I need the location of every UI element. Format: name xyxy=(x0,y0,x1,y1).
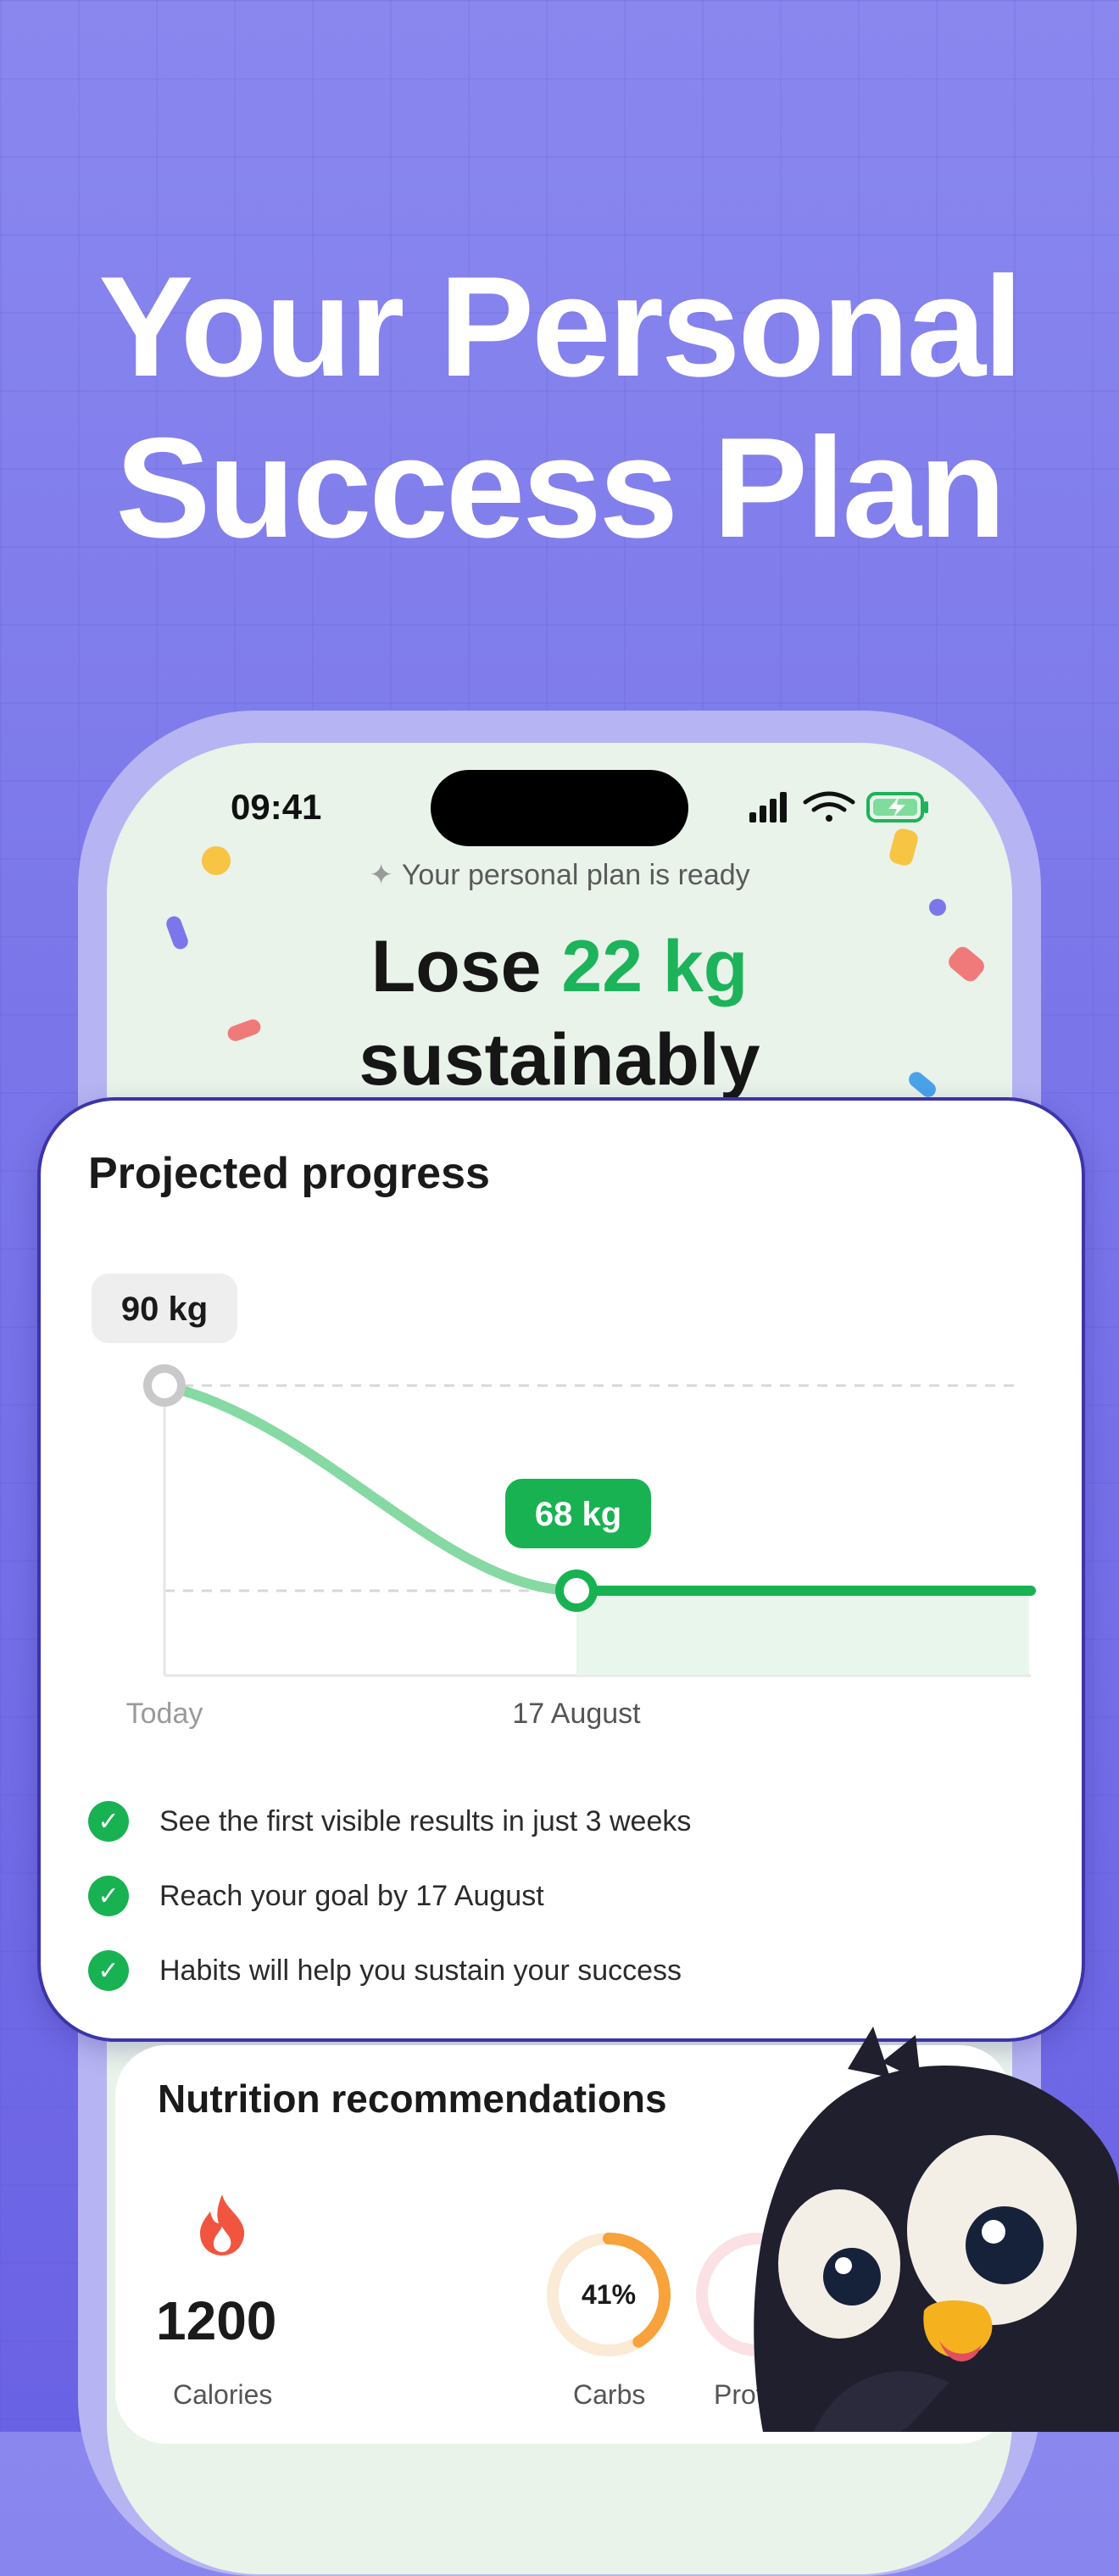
x-label-today: Today xyxy=(126,1698,203,1730)
plan-title-amount: 22 kg xyxy=(561,926,749,1007)
plan-title-suffix: sustainably xyxy=(359,1019,760,1101)
sparkle-icon: ✦ xyxy=(369,859,393,891)
plan-ready-banner: ✦ Your personal plan is ready xyxy=(0,858,1119,892)
card-title: Projected progress xyxy=(88,1149,490,1198)
progress-chart: 90 kg 68 kg Today 17 August xyxy=(92,1274,1036,1730)
calories-label: Calories xyxy=(173,2379,273,2410)
x-label-goal-date: 17 August xyxy=(512,1698,641,1730)
check-icon: ✓ xyxy=(88,1801,129,1842)
battery-icon xyxy=(866,792,928,822)
start-point xyxy=(143,1364,186,1407)
list-item: ✓ Reach your goal by 17 August xyxy=(88,1859,1038,1933)
benefit-text: See the first visible results in just 3 … xyxy=(159,1804,692,1837)
confetti xyxy=(929,899,946,916)
check-icon: ✓ xyxy=(88,1950,129,1991)
plan-title: Lose 22 kg sustainably xyxy=(0,920,1119,1107)
list-item: ✓ Habits will help you sustain your succ… xyxy=(88,1933,1038,2008)
nutrition-title: Nutrition recommendations xyxy=(158,2077,667,2121)
flame-icon xyxy=(200,2194,245,2255)
list-item: ✓ See the first visible results in just … xyxy=(88,1784,1038,1859)
carbs-label: Carbs xyxy=(573,2379,646,2410)
benefit-text: Reach your goal by 17 August xyxy=(159,1879,544,1912)
carbs-percent: 41% xyxy=(581,2279,637,2310)
goal-label: 68 kg xyxy=(535,1496,621,1533)
status-icons xyxy=(749,791,928,822)
headline-line-2: Success Plan xyxy=(115,408,1005,567)
plan-title-prefix: Lose xyxy=(370,926,542,1007)
status-time: 09:41 xyxy=(231,787,322,827)
plan-ready-text: Your personal plan is ready xyxy=(401,859,750,891)
start-label: 90 kg xyxy=(121,1291,208,1328)
signal-icon xyxy=(749,792,787,822)
wifi-icon xyxy=(803,791,855,822)
check-icon: ✓ xyxy=(88,1876,129,1916)
goal-point xyxy=(555,1570,598,1612)
goal-area xyxy=(576,1591,1029,1676)
headline: Your Personal Success Plan xyxy=(0,246,1119,568)
benefit-text: Habits will help you sustain your succes… xyxy=(159,1954,682,1987)
penguin-mascot xyxy=(754,2027,1119,2432)
headline-line-1: Your Personal xyxy=(98,247,1023,406)
benefit-list: ✓ See the first visible results in just … xyxy=(88,1784,1038,2008)
calories-value: 1200 xyxy=(156,2290,277,2351)
dynamic-island xyxy=(431,770,688,846)
